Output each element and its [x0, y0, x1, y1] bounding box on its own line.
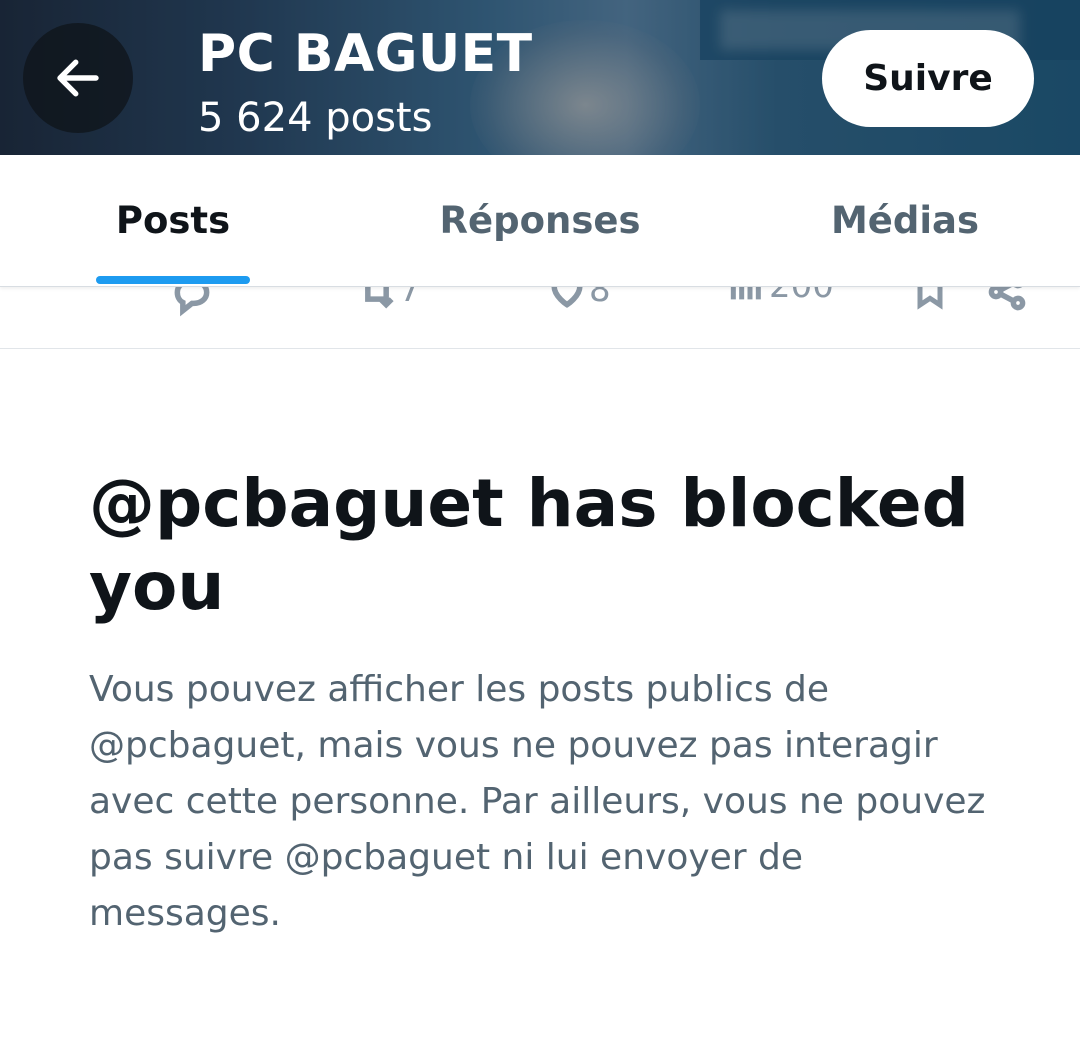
tab-posts[interactable]: Posts — [60, 155, 286, 286]
tab-medias[interactable]: Médias — [790, 155, 1020, 286]
profile-header: PC BAGUET 5 624 posts Suivre — [0, 0, 1080, 155]
follow-button[interactable]: Suivre — [822, 30, 1034, 127]
profile-tabs: Posts Réponses Médias — [0, 155, 1080, 287]
blocked-description: Vous pouvez afficher les posts publics d… — [89, 669, 986, 934]
active-tab-indicator — [96, 276, 250, 284]
post-count: 5 624 posts — [198, 95, 433, 141]
tab-reponses[interactable]: Réponses — [400, 155, 680, 286]
back-button[interactable] — [23, 23, 133, 133]
blocked-title: @pcbaguet has blocked you — [89, 465, 969, 625]
profile-page: PC BAGUET 5 624 posts Suivre 7 8 200 — [0, 0, 1080, 1049]
arrow-left-icon — [57, 59, 99, 97]
profile-name: PC BAGUET — [198, 24, 533, 84]
